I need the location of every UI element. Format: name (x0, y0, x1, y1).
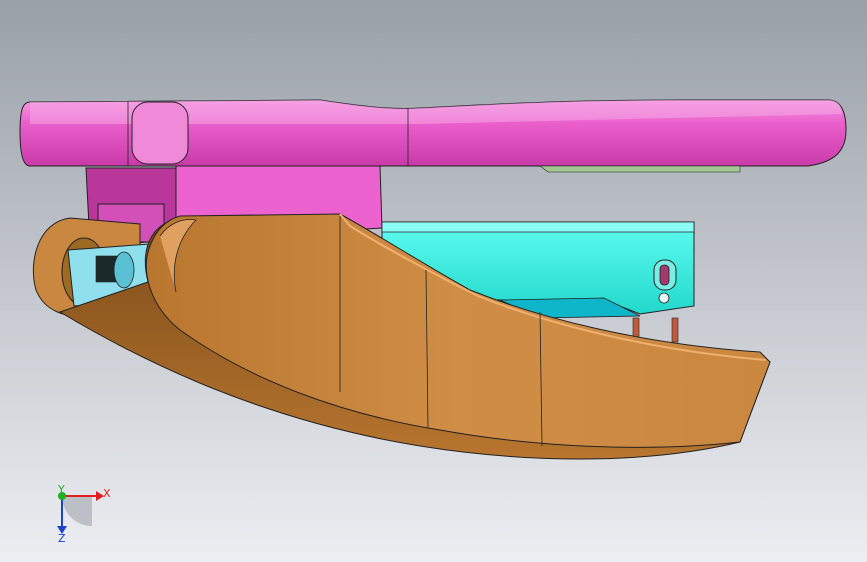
top-handle-part[interactable] (19, 99, 847, 173)
screw-head (658, 292, 670, 304)
handle-cap (131, 101, 189, 165)
z-axis-label: Z (58, 532, 66, 545)
x-axis-label: X (103, 487, 111, 500)
cad-viewport[interactable]: X Y Z (0, 0, 867, 562)
cad-scene[interactable]: X Y Z (0, 0, 867, 562)
y-axis-label: Y (57, 483, 65, 496)
